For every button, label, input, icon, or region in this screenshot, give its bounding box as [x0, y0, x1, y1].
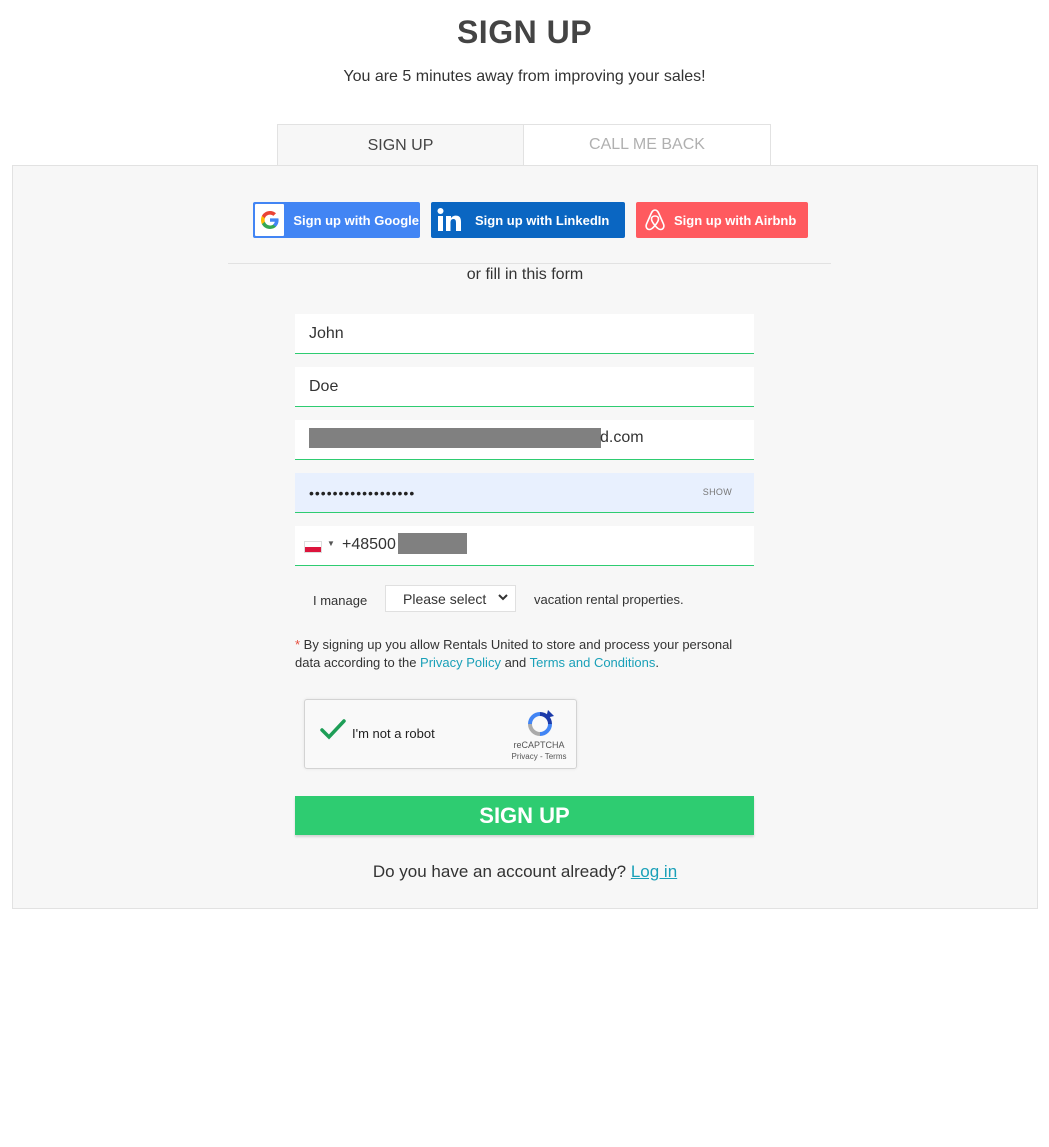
- redacted-phone-block: [398, 533, 467, 554]
- tab-call-me-back[interactable]: CALL ME BACK: [524, 124, 771, 165]
- recaptcha-widget: I'm not a robot reCAPTCHA Privacy - Term…: [304, 699, 577, 769]
- tab-sign-up[interactable]: SIGN UP: [277, 124, 524, 166]
- last-name-field[interactable]: [295, 367, 754, 407]
- properties-count-select[interactable]: Please select: [385, 585, 516, 612]
- password-masked-value: ••••••••••••••••••: [309, 485, 416, 501]
- flag-poland-icon[interactable]: [304, 541, 322, 553]
- login-question: Do you have an account already?: [372, 862, 631, 881]
- linkedin-signup-button[interactable]: Sign up with LinkedIn: [431, 202, 625, 238]
- manage-prefix-label: I manage: [313, 592, 368, 608]
- airbnb-signup-button[interactable]: Sign up with Airbnb: [636, 202, 808, 238]
- last-name-input[interactable]: [295, 367, 754, 406]
- password-field[interactable]: •••••••••••••••••• SHOW: [295, 473, 754, 513]
- google-signup-label: Sign up with Google: [293, 212, 419, 228]
- or-fill-form-text: or fill in this form: [466, 266, 584, 283]
- captcha-label: I'm not a robot: [352, 726, 435, 741]
- log-in-link[interactable]: Log in: [631, 862, 677, 881]
- consent-end: .: [655, 655, 659, 670]
- chevron-down-icon: [497, 590, 509, 607]
- show-password-button[interactable]: SHOW: [703, 487, 732, 497]
- phone-prefix: +48500: [342, 536, 396, 553]
- linkedin-icon: [437, 207, 463, 233]
- redacted-email-block: [309, 428, 601, 448]
- consent-text: * By signing up you allow Rentals United…: [295, 636, 755, 672]
- email-suffix: d.com: [600, 429, 644, 446]
- email-field[interactable]: d.com: [295, 420, 754, 460]
- terms-link[interactable]: Terms and Conditions: [530, 655, 656, 670]
- linkedin-signup-label: Sign up with LinkedIn: [475, 212, 610, 228]
- signup-panel: Sign up with Google Sign up with LinkedI…: [12, 165, 1038, 909]
- privacy-policy-link[interactable]: Privacy Policy: [420, 655, 501, 670]
- login-prompt: Do you have an account already? Log in: [13, 862, 1037, 882]
- airbnb-icon: [644, 208, 666, 232]
- consent-and: and: [500, 655, 530, 670]
- properties-count-selected: Please select: [403, 590, 487, 607]
- first-name-input[interactable]: [295, 314, 754, 353]
- country-dropdown-caret-icon[interactable]: ▼: [327, 539, 335, 548]
- page-subtitle: You are 5 minutes away from improving yo…: [343, 68, 706, 85]
- manage-suffix-label: vacation rental properties.: [534, 592, 684, 607]
- phone-field[interactable]: ▼ +48500: [295, 526, 754, 566]
- google-signup-button[interactable]: Sign up with Google: [253, 202, 420, 238]
- first-name-field[interactable]: [295, 314, 754, 354]
- page-title: SIGN UP: [456, 14, 593, 50]
- recaptcha-brand: reCAPTCHA: [513, 740, 565, 750]
- divider: [228, 263, 831, 264]
- recaptcha-privacy-terms[interactable]: Privacy - Terms: [509, 752, 569, 761]
- airbnb-signup-label: Sign up with Airbnb: [674, 212, 797, 228]
- google-icon: [255, 204, 285, 236]
- tab-bar: SIGN UP CALL ME BACK: [277, 124, 771, 166]
- sign-up-button[interactable]: SIGN UP: [295, 796, 754, 835]
- captcha-checkmark-icon[interactable]: [319, 718, 347, 747]
